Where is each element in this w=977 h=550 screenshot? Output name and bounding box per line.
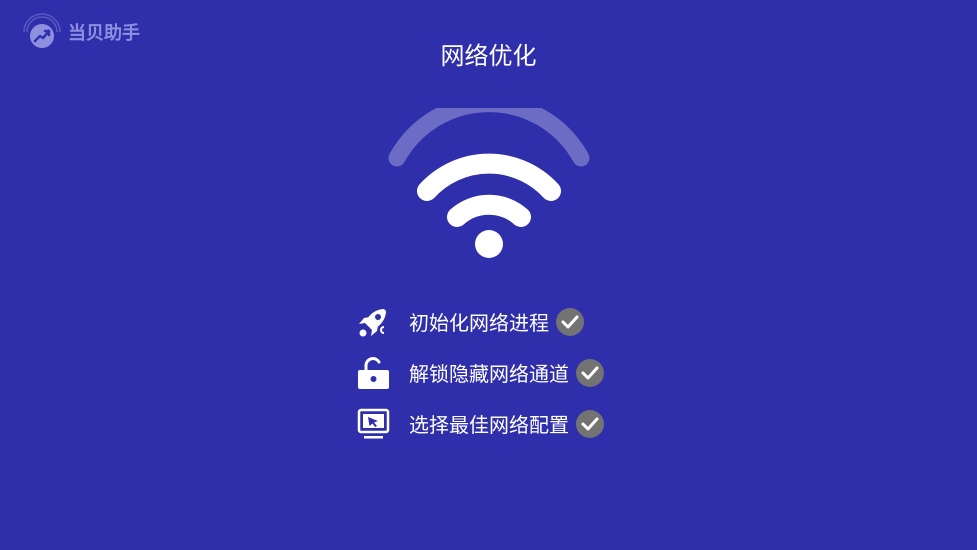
step-label: 初始化网络进程 [409, 311, 549, 335]
wifi-signal-icon [388, 108, 590, 258]
step-init-network: 初始化网络进程 [354, 296, 605, 347]
rocket-icon [354, 303, 392, 341]
check-icon [556, 307, 584, 336]
step-select-config: 选择最佳网络配置 [354, 398, 605, 449]
step-unlock-channel: 解锁隐藏网络通道 [354, 347, 605, 398]
step-label: 解锁隐藏网络通道 [409, 362, 569, 386]
check-icon [576, 358, 604, 387]
optimization-steps: 初始化网络进程 解锁隐藏网络通道 选择最佳网络配置 [354, 296, 605, 449]
step-label: 选择最佳网络配置 [409, 413, 569, 437]
page-title: 网络优化 [440, 42, 537, 70]
unlock-icon [354, 354, 392, 392]
check-icon [576, 409, 604, 438]
monitor-cursor-icon [354, 405, 392, 443]
